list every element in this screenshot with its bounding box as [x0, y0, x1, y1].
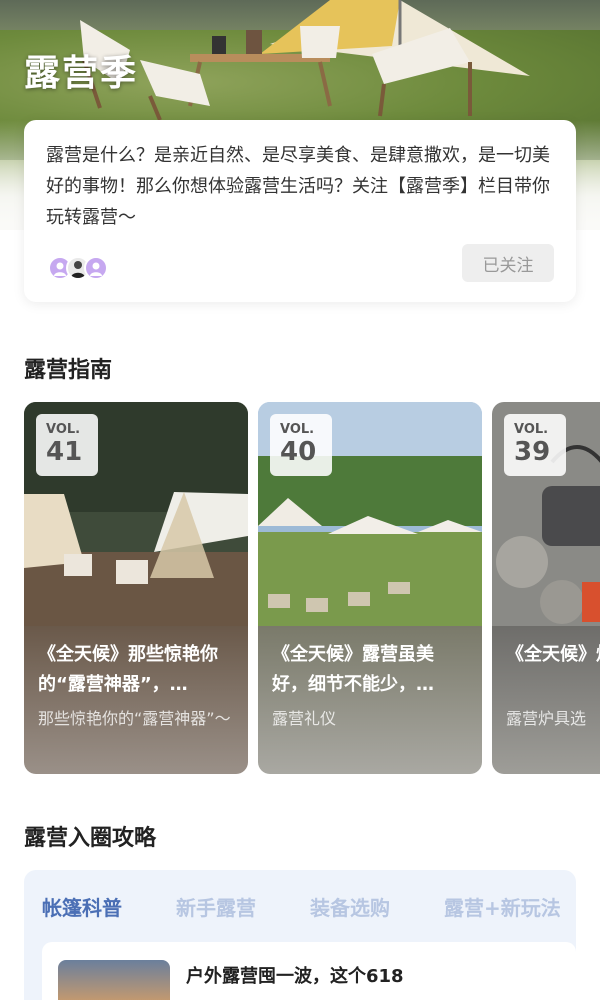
page-title: 露营季 — [24, 53, 139, 94]
guide-section-title: 露营指南 — [24, 358, 113, 383]
volume-number: 40 — [280, 437, 317, 467]
intro-text: 露营是什么？是亲近自然、是尽享美食、是肆意撒欢，是一切美好的事物！那么你想体验露… — [46, 145, 550, 228]
article-title[interactable]: 户外露营囤一波，这个618 — [186, 962, 404, 988]
tab-new-ways-to-play[interactable]: 露营+新玩法 — [444, 892, 561, 921]
volume-label: VOL. — [280, 422, 315, 437]
strategy-section-title: 露营入圈攻略 — [24, 826, 157, 851]
guide-card-subtitle: 那些惊艳你的“露营神器”～ — [38, 709, 231, 728]
tab-gear-shopping[interactable]: 装备选购 — [310, 892, 390, 921]
guide-card-title: 《全天候》那些惊艳你的“露营神器”，… — [38, 644, 218, 695]
follow-button[interactable]: 已关注 — [462, 244, 554, 282]
strategy-tabs-panel: 帐篷科普 新手露营 装备选购 露营+新玩法 户外露营囤一波，这个618 — [24, 870, 576, 1000]
volume-number: 41 — [46, 437, 83, 467]
guide-card[interactable]: 《全天候》露营虽美好，细节不能少，… 露营礼仪 VOL. 40 — [258, 402, 482, 774]
intro-card: 露营是什么？是亲近自然、是尽享美食、是肆意撒欢，是一切美好的事物！那么你想体验露… — [24, 120, 576, 302]
volume-label: VOL. — [46, 422, 81, 437]
guide-card-info: 《全天候》露营虽美好，细节不能少，… 露营礼仪 — [258, 626, 482, 774]
guide-card-subtitle: 露营礼仪 — [272, 709, 337, 728]
guide-card-title: 《全天候》炉具怎么选 — [506, 644, 600, 665]
follower-avatars[interactable] — [48, 256, 108, 280]
guide-card-subtitle: 露营炉具选 — [506, 709, 587, 728]
guide-card-title: 《全天候》露营虽美好，细节不能少，… — [272, 644, 434, 695]
volume-badge: VOL. 39 — [504, 414, 566, 476]
guide-card[interactable]: 《全天候》那些惊艳你的“露营神器”，… 那些惊艳你的“露营神器”～ VOL. 4… — [24, 402, 248, 774]
guide-carousel[interactable]: 《全天候》那些惊艳你的“露营神器”，… 那些惊艳你的“露营神器”～ VOL. 4… — [24, 402, 600, 776]
tab-tent-science[interactable]: 帐篷科普 — [42, 892, 122, 921]
tab-beginner-camping[interactable]: 新手露营 — [176, 892, 256, 921]
volume-number: 39 — [514, 437, 551, 467]
volume-badge: VOL. 41 — [36, 414, 98, 476]
user-icon — [90, 262, 102, 276]
volume-label: VOL. — [514, 422, 549, 437]
avatar — [84, 256, 108, 280]
volume-badge: VOL. 40 — [270, 414, 332, 476]
guide-card[interactable]: 《全天候》炉具怎么选 露营炉具选 VOL. 39 — [492, 402, 600, 774]
guide-card-info: 《全天候》那些惊艳你的“露营神器”，… 那些惊艳你的“露营神器”～ — [24, 626, 248, 774]
article-thumbnail[interactable] — [58, 960, 170, 1000]
guide-card-info: 《全天候》炉具怎么选 露营炉具选 — [492, 626, 600, 774]
article-list: 户外露营囤一波，这个618 — [42, 942, 576, 1000]
